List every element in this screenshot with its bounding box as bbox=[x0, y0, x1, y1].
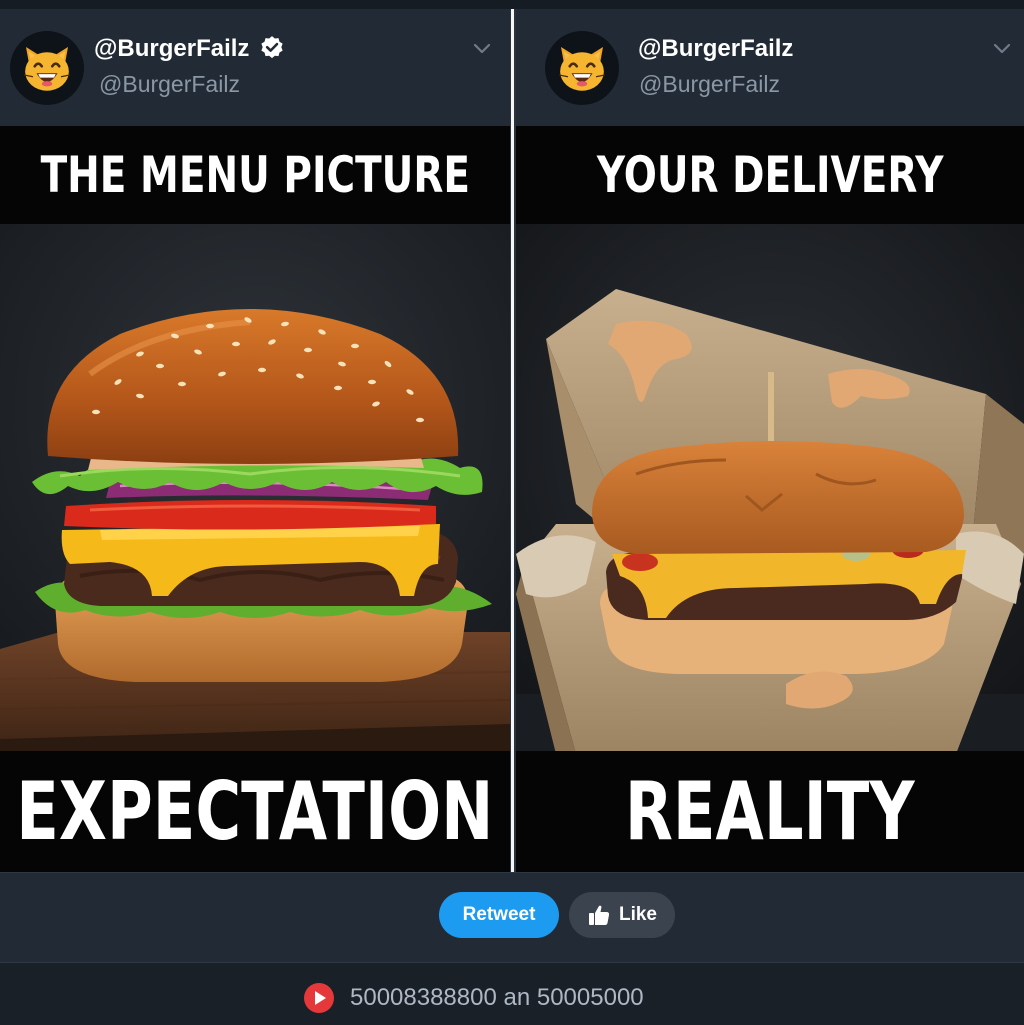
like-label: Like bbox=[618, 904, 658, 925]
right-caption-top-bar: YOUR DELIVERY bbox=[516, 126, 1024, 224]
play-icon[interactable] bbox=[304, 983, 334, 1013]
right-caption-bottom-bar: REALITY bbox=[516, 751, 1024, 872]
left-caption-top: THE MENU PICTURE bbox=[40, 146, 470, 204]
like-button[interactable]: Like bbox=[569, 892, 675, 938]
left-avatar[interactable] bbox=[10, 31, 84, 105]
left-caption-bottom-bar: EXPECTATION bbox=[0, 751, 510, 872]
right-post-header: @BurgerFailz @BurgerFailz bbox=[516, 9, 1024, 126]
left-display-name[interactable]: @BurgerFailz bbox=[94, 35, 249, 63]
top-strip bbox=[0, 0, 1024, 9]
left-handle: @BurgerFailz bbox=[99, 71, 240, 97]
left-caption-bottom: EXPECTATION bbox=[16, 765, 494, 858]
chevron-down-icon[interactable] bbox=[992, 39, 1012, 59]
thumbs-up-icon bbox=[588, 905, 610, 925]
chevron-down-icon[interactable] bbox=[472, 39, 492, 59]
left-post-header: @BurgerFailz @BurgerFailz bbox=[0, 9, 510, 126]
right-avatar[interactable] bbox=[545, 31, 619, 105]
right-handle: @BurgerFailz bbox=[639, 71, 780, 97]
right-caption-bottom: REALITY bbox=[625, 765, 915, 858]
footer-stats-text: 50008388800 an 50005000 bbox=[350, 984, 644, 1011]
grinning-cat-icon bbox=[559, 47, 605, 91]
retweet-button[interactable]: Retweet bbox=[439, 892, 559, 938]
left-burger-photo bbox=[0, 224, 510, 751]
verified-badge-icon bbox=[261, 36, 283, 59]
footer-bar: 50008388800 an 50005000 bbox=[0, 962, 1024, 1025]
right-display-name[interactable]: @BurgerFailz bbox=[638, 35, 793, 63]
left-caption-top-bar: THE MENU PICTURE bbox=[0, 126, 510, 224]
action-bar: Retweet Like bbox=[0, 872, 1024, 963]
left-post-card: @BurgerFailz @BurgerFailz THE MENU PICTU… bbox=[0, 9, 510, 872]
grinning-cat-icon bbox=[24, 47, 70, 91]
right-burger-photo bbox=[516, 224, 1024, 751]
right-caption-top: YOUR DELIVERY bbox=[596, 146, 944, 204]
right-post-card: @BurgerFailz @BurgerFailz YOUR DELIVERY bbox=[516, 9, 1024, 872]
meme-screenshot: @BurgerFailz @BurgerFailz THE MENU PICTU… bbox=[0, 0, 1024, 1025]
